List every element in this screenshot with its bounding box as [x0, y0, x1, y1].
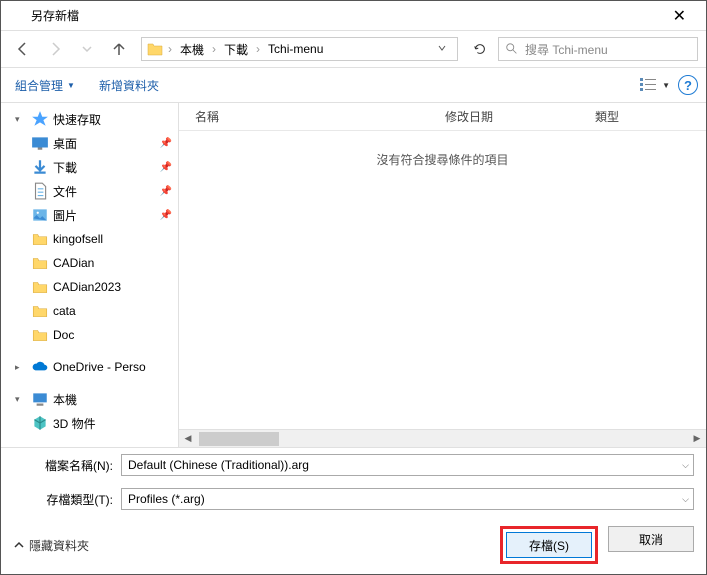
file-list-area: 名稱 修改日期 類型 沒有符合搜尋條件的項目 ◀ ▶	[179, 103, 706, 447]
list-view-icon	[640, 78, 658, 92]
empty-message: 沒有符合搜尋條件的項目	[179, 131, 706, 429]
crumb-current[interactable]: Tchi-menu	[264, 40, 327, 58]
sidebar-folder[interactable]: Doc	[1, 323, 178, 347]
column-name[interactable]: 名稱	[179, 108, 429, 125]
folder-icon	[31, 230, 49, 248]
chevron-up-icon	[13, 539, 25, 551]
new-folder-button[interactable]: 新增資料夾	[93, 73, 165, 98]
sidebar-pictures[interactable]: 圖片📌	[1, 203, 178, 227]
sidebar-folder[interactable]: CADian	[1, 251, 178, 275]
navbar: › 本機 › 下載 › Tchi-menu 搜尋 Tchi-menu	[1, 31, 706, 67]
cube-icon	[31, 414, 49, 432]
search-icon	[505, 42, 519, 56]
window-title: 另存新檔	[31, 7, 79, 24]
save-button[interactable]: 存檔(S)	[506, 532, 592, 558]
toolbar: 組合管理▼ 新增資料夾 ▼ ?	[1, 67, 706, 103]
filename-input[interactable]: Default (Chinese (Traditional)).arg⌵	[121, 454, 694, 476]
pin-icon: 📌	[160, 138, 172, 149]
help-button[interactable]: ?	[678, 75, 698, 95]
recent-dropdown[interactable]	[73, 35, 101, 63]
chevron-right-icon: ›	[210, 42, 218, 56]
sidebar-downloads[interactable]: 下載📌	[1, 155, 178, 179]
folder-icon	[31, 326, 49, 344]
folder-icon	[146, 40, 164, 58]
pin-icon: 📌	[160, 210, 172, 221]
folder-icon	[31, 302, 49, 320]
filetype-label: 存檔類型(T):	[13, 491, 113, 508]
main-area: ▾快速存取 桌面📌 下載📌 文件📌 圖片📌 kingofsell CADian …	[1, 103, 706, 447]
sidebar-folder[interactable]: cata	[1, 299, 178, 323]
sidebar-quick-access[interactable]: ▾快速存取	[1, 107, 178, 131]
scroll-thumb[interactable]	[199, 432, 279, 446]
sidebar-documents[interactable]: 文件📌	[1, 179, 178, 203]
crumb-thispc[interactable]: 本機	[176, 39, 208, 60]
star-icon	[31, 110, 49, 128]
crumb-downloads[interactable]: 下載	[220, 39, 252, 60]
chevron-down-icon[interactable]: ⌵	[682, 460, 689, 471]
cloud-icon	[31, 358, 49, 376]
navigation-pane[interactable]: ▾快速存取 桌面📌 下載📌 文件📌 圖片📌 kingofsell CADian …	[1, 103, 179, 447]
footer: 檔案名稱(N): Default (Chinese (Traditional))…	[1, 447, 706, 574]
scroll-left-icon[interactable]: ◀	[179, 431, 197, 447]
desktop-icon	[31, 134, 49, 152]
document-icon	[31, 182, 49, 200]
filetype-select[interactable]: Profiles (*.arg)⌵	[121, 488, 694, 510]
refresh-button[interactable]	[466, 37, 494, 61]
address-bar[interactable]: › 本機 › 下載 › Tchi-menu	[141, 37, 458, 61]
column-headers: 名稱 修改日期 類型	[179, 103, 706, 131]
sidebar-thispc[interactable]: ▾本機	[1, 387, 178, 411]
folder-icon	[31, 278, 49, 296]
save-highlight: 存檔(S)	[500, 526, 598, 564]
folder-icon	[31, 254, 49, 272]
pin-icon: 📌	[160, 186, 172, 197]
pictures-icon	[31, 206, 49, 224]
back-button[interactable]	[9, 35, 37, 63]
computer-icon	[31, 390, 49, 408]
column-type[interactable]: 類型	[579, 108, 635, 125]
filename-label: 檔案名稱(N):	[13, 457, 113, 474]
forward-button[interactable]	[41, 35, 69, 63]
chevron-down-icon[interactable]: ⌵	[682, 494, 689, 505]
cancel-button[interactable]: 取消	[608, 526, 694, 552]
sidebar-3d-objects[interactable]: 3D 物件	[1, 411, 178, 435]
sidebar-onedrive[interactable]: ▸OneDrive - Perso	[1, 355, 178, 379]
view-mode-button[interactable]: ▼	[640, 78, 670, 92]
horizontal-scrollbar[interactable]: ◀ ▶	[179, 429, 706, 447]
organize-button[interactable]: 組合管理▼	[9, 73, 81, 98]
hide-folders-button[interactable]: 隱藏資料夾	[13, 537, 89, 554]
app-icon	[9, 8, 25, 24]
scroll-right-icon[interactable]: ▶	[688, 431, 706, 447]
sidebar-folder[interactable]: kingofsell	[1, 227, 178, 251]
up-button[interactable]	[105, 35, 133, 63]
save-dialog: 另存新檔 ✕ › 本機 › 下載 › Tchi-menu 搜尋 Tchi-men…	[0, 0, 707, 575]
chevron-right-icon: ›	[166, 42, 174, 56]
titlebar: 另存新檔 ✕	[1, 1, 706, 31]
chevron-right-icon: ›	[254, 42, 262, 56]
search-placeholder: 搜尋 Tchi-menu	[525, 41, 608, 58]
column-date[interactable]: 修改日期	[429, 108, 579, 125]
sidebar-desktop[interactable]: 桌面📌	[1, 131, 178, 155]
search-input[interactable]: 搜尋 Tchi-menu	[498, 37, 698, 61]
pin-icon: 📌	[160, 162, 172, 173]
sidebar-folder[interactable]: CADian2023	[1, 275, 178, 299]
close-button[interactable]: ✕	[661, 2, 698, 30]
address-dropdown[interactable]	[431, 42, 453, 56]
download-icon	[31, 158, 49, 176]
